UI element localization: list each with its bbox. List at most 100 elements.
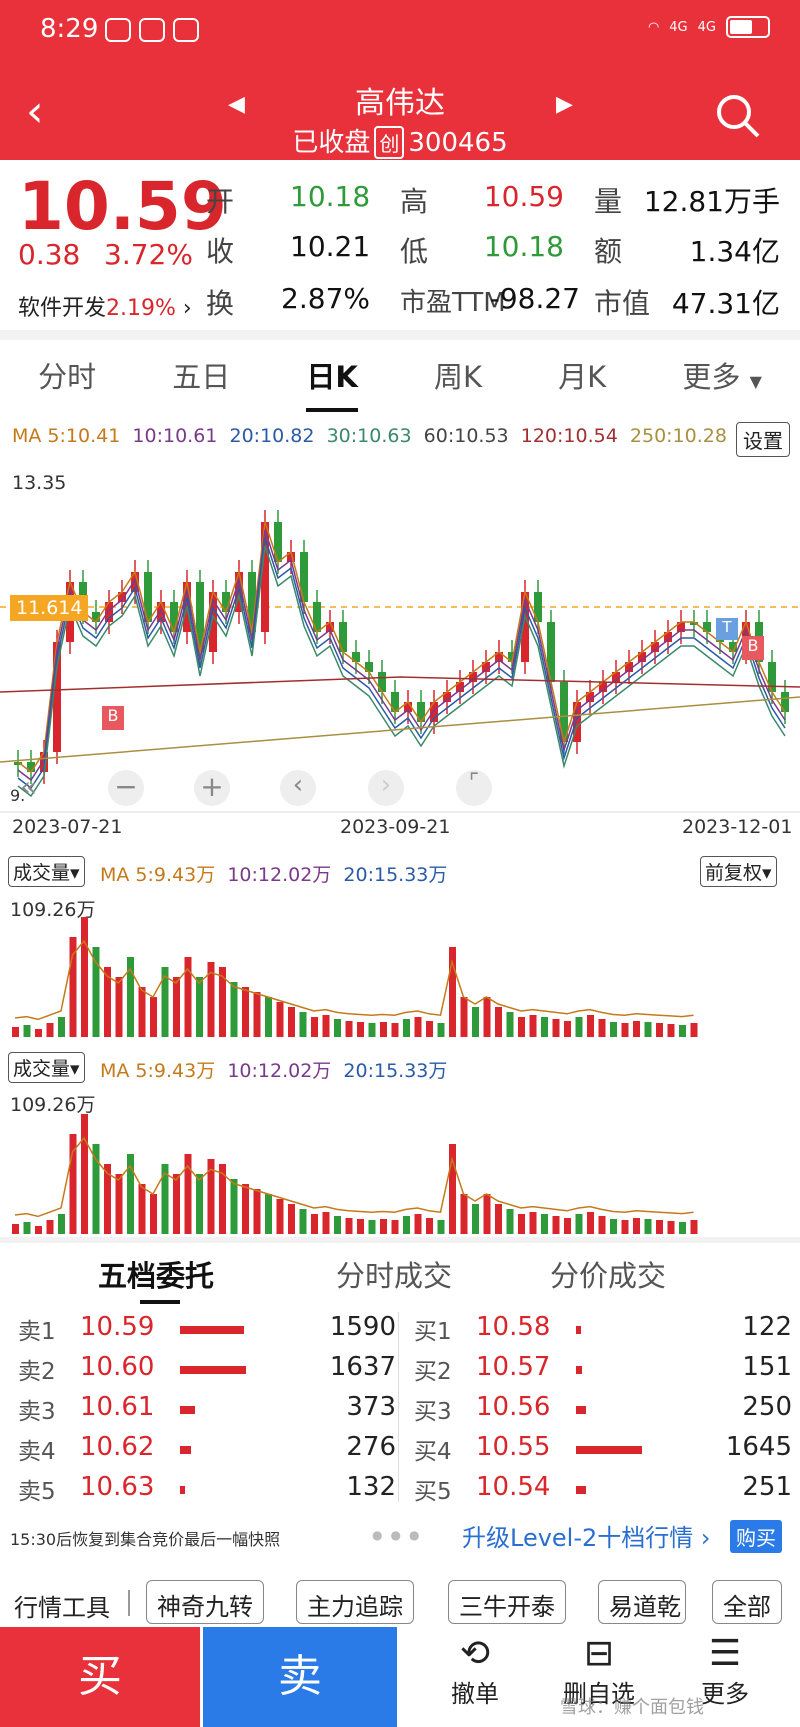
volume-bar [598, 1216, 606, 1234]
ma5-label: MA 5:10.41 [12, 425, 121, 447]
ref-price-label: 11.614 [10, 595, 89, 621]
pan-left-icon[interactable]: ‹ [280, 770, 316, 806]
sector-name: 软件开发 [18, 296, 107, 321]
tab-more[interactable]: 更多 ▼ [682, 354, 762, 396]
tool-three-bull[interactable]: 三牛开泰 [448, 1580, 566, 1624]
ask-volume-bar [180, 1406, 196, 1414]
bid-volume: 151 [742, 1352, 792, 1382]
volume-bar [138, 1184, 146, 1234]
ask-volume: 1590 [329, 1312, 396, 1342]
volume-bar [311, 1017, 318, 1037]
settings-button[interactable]: 设置 [736, 422, 790, 457]
volume-bar [541, 1214, 548, 1234]
bid-price[interactable]: 10.54 [476, 1472, 550, 1512]
ma20-label: 20:10.82 [229, 425, 315, 447]
search-icon[interactable] [714, 92, 762, 140]
ask-volume-bar [180, 1446, 192, 1454]
volume-bar [587, 1015, 594, 1037]
low-value: 10.18 [483, 230, 564, 263]
ask-label: 卖2 [18, 1359, 56, 1385]
divider-2 [0, 1237, 800, 1243]
minus-box-icon: ⊟ [583, 1633, 615, 1674]
ask-price[interactable]: 10.62 [80, 1432, 154, 1472]
upgrade-link[interactable]: 升级Level-2十档行情 › [462, 1518, 711, 1553]
action-bar: 买 卖 ⟲ 撤单 ⊟ 删自选 ☰ 更多 雪球：赚个面包钱 [0, 1627, 800, 1727]
pan-right-icon[interactable]: › [368, 770, 404, 806]
divider [0, 330, 800, 340]
volume-bar [334, 1216, 341, 1234]
stock-name: 高伟达 [355, 86, 445, 121]
volume-value: 12.81万手 [643, 185, 780, 218]
tab-5day[interactable]: 五日 [172, 354, 230, 396]
ask-volume-bar [180, 1366, 246, 1374]
open-value: 10.18 [290, 180, 371, 213]
volume-bar [357, 1219, 364, 1234]
tab-weekly-k[interactable]: 周K [434, 354, 482, 396]
tab-monthly-k[interactable]: 月K [558, 354, 606, 396]
volume-bar [610, 1022, 617, 1037]
bid-price[interactable]: 10.56 [476, 1392, 550, 1432]
ask-price[interactable]: 10.63 [80, 1472, 154, 1512]
tab-price-trades[interactable]: 分价成交 [550, 1253, 666, 1295]
zoom-in-icon[interactable]: + [194, 770, 230, 806]
zoom-out-icon[interactable]: − [108, 770, 144, 806]
volume-bar [403, 1216, 410, 1234]
bid-volume: 250 [742, 1392, 792, 1422]
tab-tick-trades[interactable]: 分时成交 [336, 1253, 452, 1295]
bid-label: 买3 [414, 1399, 452, 1425]
tab-daily-k[interactable]: 日K [306, 354, 359, 412]
ma120-label: 120:10.54 [520, 425, 618, 447]
volume-bar [449, 947, 456, 1037]
ask-volume: 373 [346, 1392, 396, 1422]
rewind-icon[interactable]: « [20, 770, 37, 803]
volume-select-2[interactable]: 成交量▾ [8, 1052, 85, 1083]
status-time: 8:29 [40, 14, 99, 44]
ask-price[interactable]: 10.60 [80, 1352, 154, 1392]
tool-nine-turn[interactable]: 神奇九转 [146, 1580, 264, 1624]
sell-marker: B [742, 636, 764, 660]
volume-select-1[interactable]: 成交量▾ [8, 856, 85, 887]
sector-link[interactable]: 软件开发2.19% › [18, 290, 192, 322]
volume-bar [529, 1015, 537, 1037]
tool-yidao[interactable]: 易道乾 [598, 1580, 686, 1624]
volume-bar [150, 997, 157, 1037]
volume-label: 量 [594, 185, 623, 218]
volume-bar [230, 982, 238, 1037]
ask-volume: 276 [346, 1432, 396, 1462]
amount-label: 额 [594, 235, 623, 268]
sell-button[interactable]: 卖 [203, 1627, 397, 1727]
period-tabs: 分时 五日 日K 周K 月K 更多 ▼ [0, 340, 800, 412]
ask-volume: 1637 [329, 1352, 396, 1382]
bid-price[interactable]: 10.55 [476, 1432, 550, 1472]
volume-bar [242, 1184, 249, 1234]
tab-more-label: 更多 [682, 360, 741, 394]
volume-bar [564, 1021, 571, 1037]
tab-five-level[interactable]: 五档委托 [98, 1253, 214, 1295]
volume-bar [150, 1194, 157, 1234]
buy-level2-button[interactable]: 购买 [730, 1520, 782, 1553]
ma10-label: 10:10.61 [132, 425, 218, 447]
ask-price[interactable]: 10.59 [80, 1312, 154, 1352]
bid-price[interactable]: 10.57 [476, 1352, 550, 1392]
tools-all-button[interactable]: 全部 [712, 1580, 782, 1624]
ask-label: 卖5 [18, 1479, 56, 1505]
buy-button[interactable]: 买 [0, 1627, 200, 1727]
ask-price[interactable]: 10.61 [80, 1392, 154, 1432]
low-label: 低 [400, 235, 429, 268]
bid-volume: 122 [742, 1312, 792, 1342]
tab-intraday[interactable]: 分时 [38, 354, 96, 396]
candle [274, 522, 282, 562]
volume-bar [345, 1021, 353, 1037]
tool-main-force[interactable]: 主力追踪 [296, 1580, 414, 1624]
adjust-select[interactable]: 前复权▾ [700, 856, 777, 887]
vol2-ma20: 20:15.33万 [343, 1060, 448, 1082]
bid-price[interactable]: 10.58 [476, 1312, 550, 1352]
volume-bar [633, 1218, 640, 1234]
fullscreen-icon[interactable]: ⌜ [456, 770, 492, 806]
market-status: 已收盘 [292, 128, 371, 158]
bid-label: 买2 [414, 1359, 452, 1385]
adjust-select-label: 前复权 [705, 862, 763, 884]
cancel-order-button[interactable]: ⟲ 撤单 [430, 1633, 520, 1709]
volume-bar [12, 1224, 19, 1234]
kline-chart[interactable] [0, 462, 800, 814]
